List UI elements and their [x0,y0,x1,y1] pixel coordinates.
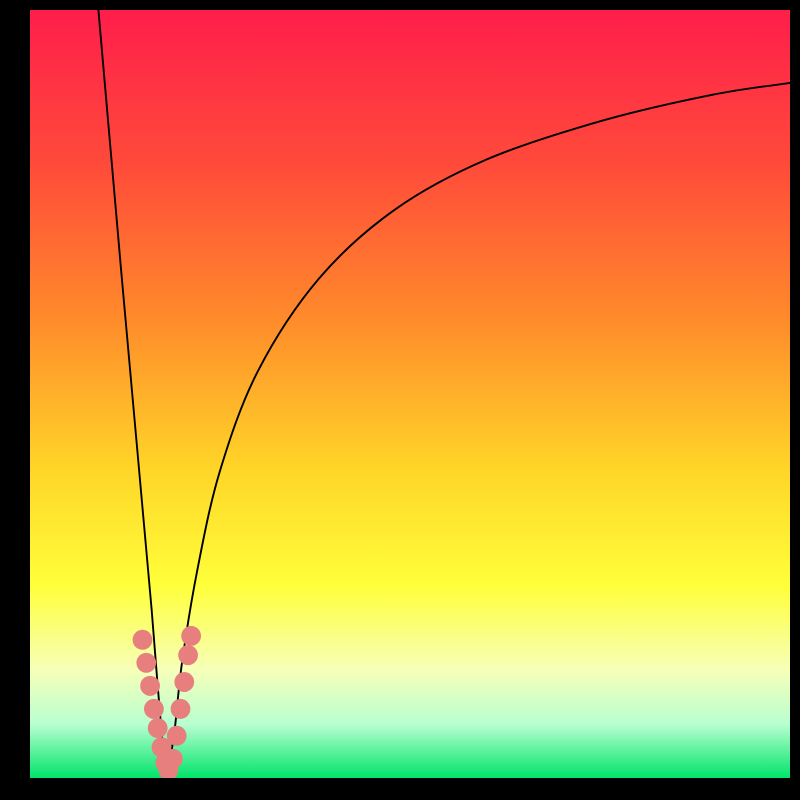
marker-dot [167,726,187,746]
marker-dot [144,699,164,719]
marker-dot [136,653,156,673]
bottleneck-curve-chart [30,10,790,778]
marker-dot [140,676,160,696]
marker-dot [163,749,183,769]
marker-dot [178,645,198,665]
marker-dot [181,626,201,646]
marker-dot [133,630,153,650]
marker-dot [174,672,194,692]
marker-dot [148,718,168,738]
chart-frame: TheBottleneck.com [0,0,800,800]
marker-dot [171,699,191,719]
